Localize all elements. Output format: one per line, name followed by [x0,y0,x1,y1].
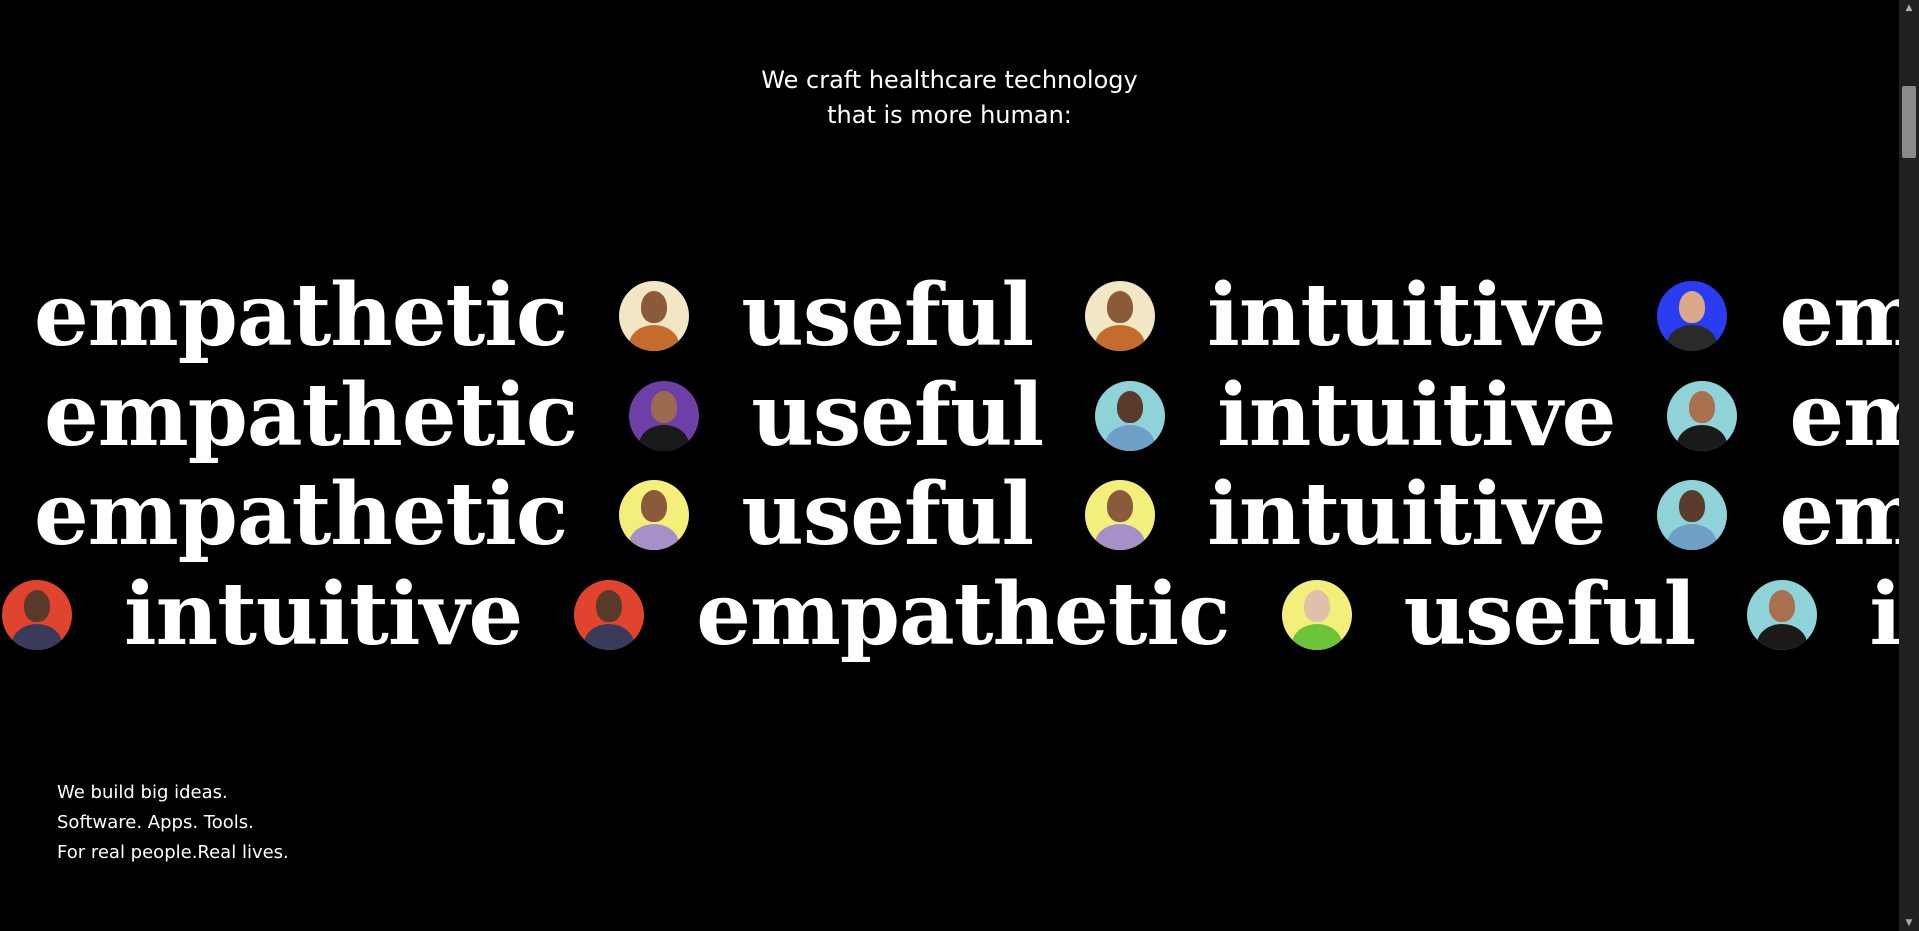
footer-line-3: For real people.Real lives. [57,842,289,863]
person-avatar-icon [2,580,72,650]
person-avatar-icon [1095,381,1166,451]
marquee-word: useful [751,365,1044,466]
marquee-row-2: empatheticusefulintuitiveempatheticusefu… [0,371,1899,461]
marquee-word: intuitive [1217,365,1616,466]
person-avatar-icon [1085,281,1156,351]
marquee-row-3: empatheticusefulintuitiveempathetic [0,470,1899,560]
marquee-word: empathetic [696,564,1230,665]
headline-line-2: that is more human: [827,101,1072,129]
footer-line-2: Software. Apps. Tools. [57,812,254,833]
marquee-row-4: intuitiveempatheticusefulintuitive [2,570,1899,660]
footer-copy: We build big ideas. Software. Apps. Tool… [57,778,289,868]
marquee-word: empathetic [44,365,578,466]
person-avatar-icon [574,580,645,650]
person-avatar-icon [1747,580,1818,650]
marquee-row-1: empatheticusefulintuitiveempathetic [0,271,1899,361]
marquee-word: useful [1403,564,1697,665]
person-avatar-icon [1657,281,1728,351]
scroll-up-arrow-icon[interactable]: ▲ [1899,0,1919,16]
marquee-word: empathetic [1779,265,1899,366]
headline: We craft healthcare technology that is m… [0,63,1899,133]
marquee-word: intuitive [1869,564,1899,665]
marquee-word: intuitive [1207,265,1606,366]
marquee-word: empathetic [1789,365,1899,466]
marquee-word: intuitive [1207,464,1606,565]
vertical-scrollbar[interactable]: ▲ ▼ [1899,0,1919,931]
person-avatar-icon [619,281,690,351]
scroll-down-arrow-icon[interactable]: ▼ [1899,915,1919,931]
footer-line-1: We build big ideas. [57,782,228,803]
marquee-word: empathetic [1779,464,1899,565]
person-avatar-icon [1281,580,1352,650]
marquee-word: intuitive [124,564,523,665]
marquee-word: useful [741,464,1034,565]
scrollbar-thumb[interactable] [1902,86,1916,158]
page: We craft healthcare technology that is m… [0,0,1899,931]
person-avatar-icon [619,480,690,550]
marquee-word: empathetic [34,265,568,366]
marquee-word: empathetic [34,464,568,565]
headline-line-1: We craft healthcare technology [761,66,1138,94]
person-avatar-icon [1657,480,1728,550]
marquee-word: useful [741,265,1034,366]
person-avatar-icon [629,381,700,451]
person-avatar-icon [1085,480,1156,550]
person-avatar-icon [1667,381,1738,451]
